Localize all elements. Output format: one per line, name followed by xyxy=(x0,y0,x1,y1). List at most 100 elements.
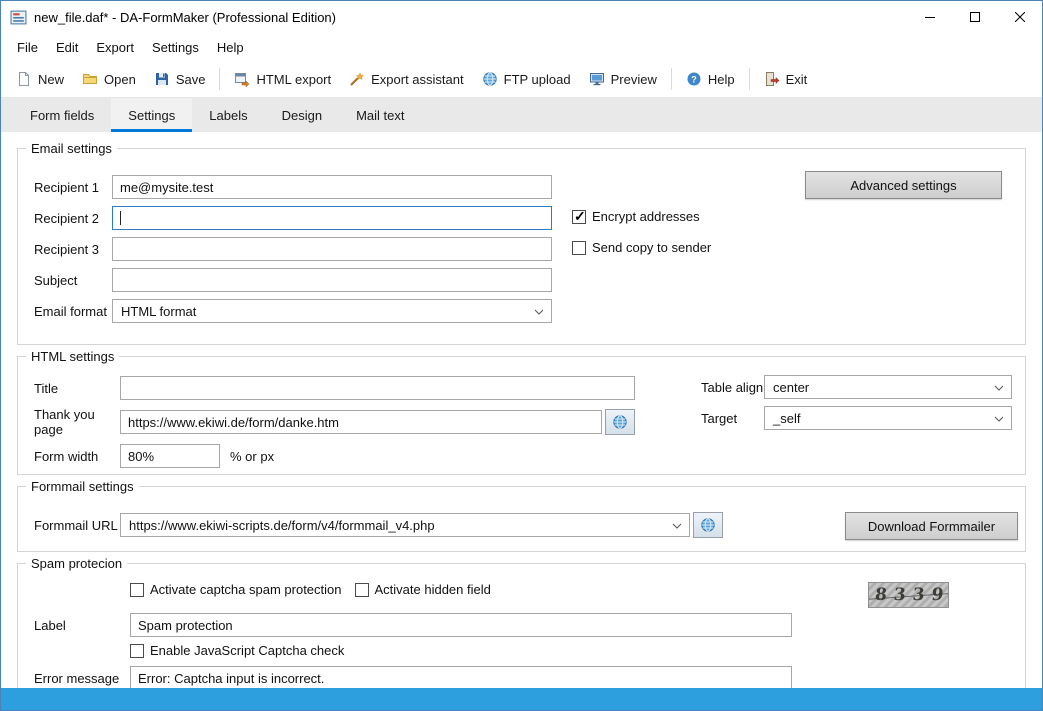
tab-label: Labels xyxy=(209,107,248,123)
menu-export[interactable]: Export xyxy=(87,36,143,59)
title-label: Title xyxy=(34,380,59,396)
close-icon xyxy=(1014,12,1025,22)
formmail-settings-group: Formmail settings Formmail URL https://w… xyxy=(17,479,1026,552)
save-button[interactable]: Save xyxy=(145,66,215,92)
email-format-value: HTML format xyxy=(121,303,197,319)
download-formmailer-button[interactable]: Download Formmailer xyxy=(845,512,1018,540)
html-settings-group-label: HTML settings xyxy=(26,349,120,364)
save-icon xyxy=(155,73,168,85)
tab-strip: Form fields Settings Labels Design Mail … xyxy=(1,98,1042,132)
app-icon xyxy=(10,10,27,24)
chevron-down-icon xyxy=(534,309,544,315)
title-input[interactable] xyxy=(120,376,635,400)
new-button-label: New xyxy=(38,71,65,87)
new-document-icon xyxy=(19,72,29,86)
export-assistant-button[interactable]: Export assistant xyxy=(340,66,473,92)
menu-file[interactable]: File xyxy=(8,36,47,59)
chevron-down-icon xyxy=(672,523,682,529)
formmail-url-combobox[interactable]: https://www.ekiwi-scripts.de/form/v4/for… xyxy=(120,513,690,537)
recipient3-input[interactable] xyxy=(112,237,552,261)
exit-button[interactable]: Exit xyxy=(755,66,817,92)
recipient1-label: Recipient 1 xyxy=(34,179,100,195)
formmail-url-value: https://www.ekiwi-scripts.de/form/v4/for… xyxy=(129,517,435,533)
new-button[interactable]: New xyxy=(7,66,73,92)
window-title: new_file.daf* - DA-FormMaker (Profession… xyxy=(34,9,336,25)
send-copy-label: Send copy to sender xyxy=(592,240,712,255)
target-label: Target xyxy=(701,411,738,426)
recipient2-label: Recipient 2 xyxy=(34,210,100,226)
preview-button[interactable]: Preview xyxy=(580,66,666,92)
spam-protection-group: Spam protecion Activate captcha spam pro… xyxy=(17,556,1026,688)
form-width-suffix: % or px xyxy=(230,448,275,464)
maximize-button[interactable] xyxy=(952,1,997,33)
html-export-button[interactable]: HTML export xyxy=(225,66,340,92)
open-button[interactable]: Open xyxy=(73,66,145,92)
captcha-image: 8339 xyxy=(868,582,949,608)
svg-text:?: ? xyxy=(691,75,697,85)
enable-js-captcha-checkbox[interactable]: Enable JavaScript Captcha check xyxy=(130,643,344,658)
email-format-select[interactable]: HTML format xyxy=(112,299,552,323)
send-copy-checkbox[interactable]: Send copy to sender xyxy=(572,240,711,255)
encrypt-addresses-checkbox[interactable]: Encrypt addresses xyxy=(572,208,700,225)
menu-help[interactable]: Help xyxy=(208,36,253,59)
recipient3-label: Recipient 3 xyxy=(34,241,100,257)
globe-icon xyxy=(701,518,715,532)
preview-icon xyxy=(589,73,604,86)
export-assistant-icon xyxy=(350,72,365,86)
tab-labels[interactable]: Labels xyxy=(192,98,264,132)
activate-captcha-checkbox[interactable]: Activate captcha spam protection xyxy=(130,582,342,597)
tab-label: Mail text xyxy=(356,107,405,123)
ftp-upload-icon xyxy=(482,72,497,86)
recipient1-input[interactable] xyxy=(112,175,552,199)
open-folder-icon xyxy=(83,74,98,84)
menu-settings[interactable]: Settings xyxy=(143,36,208,59)
activate-hidden-field-label: Activate hidden field xyxy=(374,582,491,597)
tab-design[interactable]: Design xyxy=(265,98,339,132)
html-export-icon xyxy=(235,73,250,87)
close-button[interactable] xyxy=(997,1,1042,33)
help-button-label: Help xyxy=(707,71,735,87)
target-select[interactable]: _self xyxy=(764,406,1012,430)
tab-settings[interactable]: Settings xyxy=(111,98,193,132)
formmail-url-label: Formmail URL xyxy=(34,517,118,533)
exit-button-label: Exit xyxy=(785,71,808,87)
ftp-upload-button[interactable]: FTP upload xyxy=(473,66,580,92)
error-message-input[interactable] xyxy=(130,666,792,688)
captcha-digits: 8339 xyxy=(874,585,949,605)
app-window: new_file.daf* - DA-FormMaker (Profession… xyxy=(0,0,1043,711)
help-button[interactable]: ? Help xyxy=(677,66,744,92)
enable-js-captcha-label: Enable JavaScript Captcha check xyxy=(150,643,345,658)
form-width-input[interactable] xyxy=(120,444,220,468)
minimize-icon xyxy=(924,17,935,18)
window-controls xyxy=(907,1,1042,33)
tab-mail-text[interactable]: Mail text xyxy=(339,98,421,132)
checkbox-box xyxy=(130,643,144,658)
save-button-label: Save xyxy=(175,71,206,87)
advanced-settings-button[interactable]: Advanced settings xyxy=(805,171,1002,199)
open-formmail-url-button[interactable] xyxy=(693,512,723,538)
globe-icon xyxy=(613,415,627,429)
table-align-select[interactable]: center xyxy=(764,375,1012,399)
email-settings-group-label: Email settings xyxy=(26,141,117,156)
tab-form-fields[interactable]: Form fields xyxy=(13,98,111,132)
preview-button-label: Preview xyxy=(610,71,657,87)
activate-hidden-field-checkbox[interactable]: Activate hidden field xyxy=(354,582,491,597)
spam-label-input[interactable] xyxy=(130,613,792,637)
thank-you-page-label: Thank you page xyxy=(34,407,95,437)
form-width-label: Form width xyxy=(34,448,99,464)
recipient2-input[interactable] xyxy=(112,206,552,230)
minimize-button[interactable] xyxy=(907,1,952,33)
thank-you-page-input[interactable] xyxy=(120,410,602,434)
menu-edit[interactable]: Edit xyxy=(47,36,87,59)
subject-input[interactable] xyxy=(112,268,552,292)
help-icon: ? xyxy=(687,72,701,86)
checkbox-box xyxy=(572,240,586,255)
open-thank-you-url-button[interactable] xyxy=(605,409,635,435)
activate-captcha-label: Activate captcha spam protection xyxy=(150,582,342,597)
tab-label: Form fields xyxy=(30,107,95,123)
menu-bar: File Edit Export Settings Help xyxy=(1,33,1042,61)
error-message-label: Error message xyxy=(34,670,120,686)
chevron-down-icon xyxy=(994,385,1004,391)
text-caret xyxy=(120,211,121,225)
status-bar xyxy=(1,688,1042,710)
